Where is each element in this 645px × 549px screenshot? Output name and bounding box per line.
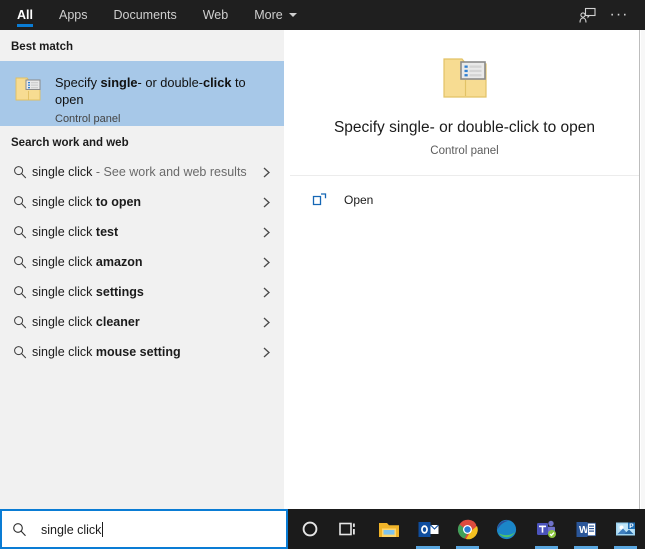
tab-all-label: All [17,8,33,22]
search-input-container[interactable]: single click [0,509,288,549]
detail-title: Specify single- or double-click to open [306,118,623,138]
tab-web-label: Web [203,8,228,22]
results-pane: Best match Specify single- or double-cli… [0,30,284,509]
chevron-down-icon [289,13,297,17]
search-input[interactable]: single click [41,522,103,537]
web-result-row[interactable]: single click amazon [0,247,284,277]
web-result-label: single click test [32,225,258,239]
cortana-icon [301,520,319,538]
web-result-row[interactable]: single click cleaner [0,307,284,337]
tab-apps-label: Apps [59,8,88,22]
detail-card: Specify single- or double-click to open … [290,30,639,176]
web-result-row[interactable]: single click to open [0,187,284,217]
more-options-label: ··· [610,10,629,20]
detail-subtitle: Control panel [306,145,623,157]
web-results-list: single click - See work and web results s… [0,157,284,367]
tab-documents-label: Documents [113,8,176,22]
best-match-heading: Best match [0,30,284,61]
search-magnifier-icon [8,165,32,179]
chevron-right-icon [258,257,274,268]
chevron-right-icon [258,197,274,208]
windows-search-panel: All Apps Documents Web More [0,0,645,549]
teams-icon [536,519,557,539]
detail-pane: Specify single- or double-click to open … [290,30,640,509]
search-magnifier-icon [8,345,32,359]
taskbar-item-word[interactable]: W [566,509,605,549]
search-header: All Apps Documents Web More [0,0,645,30]
feedback-icon[interactable] [573,2,601,28]
tab-more-label: More [254,8,282,22]
chevron-right-icon [258,347,274,358]
search-magnifier-icon [12,522,36,537]
header-actions: ··· [573,0,645,30]
open-external-icon [312,193,336,208]
taskbar-item-chrome[interactable] [448,509,487,549]
pane-right-filler [641,30,645,509]
web-result-label: single click cleaner [32,315,258,329]
control-panel-folder-icon [306,50,623,106]
web-result-row[interactable]: single click test [0,217,284,247]
web-result-label: single click amazon [32,255,258,269]
web-result-row[interactable]: single click - See work and web results [0,157,284,187]
tab-web[interactable]: Web [190,0,241,30]
taskbar-item-publisher[interactable]: P [606,509,645,549]
action-open[interactable]: Open [290,183,639,217]
best-match-title: Specify single- or double-click to open [55,74,274,108]
chevron-right-icon [258,167,274,178]
search-magnifier-icon [8,255,32,269]
edge-icon [496,519,517,540]
taskbar: W P [288,509,645,549]
text-cursor [102,522,103,537]
publisher-icon: P [615,520,636,538]
search-input-value: single click [41,523,101,537]
taskbar-item-task-view[interactable] [329,509,368,549]
best-match-result[interactable]: Specify single- or double-click to open … [0,61,284,126]
taskbar-item-teams[interactable] [527,509,566,549]
search-magnifier-icon [8,315,32,329]
tab-all[interactable]: All [0,0,46,30]
web-result-label: single click to open [32,195,258,209]
tab-more[interactable]: More [241,0,309,30]
best-match-text: Specify single- or double-click to open … [55,73,274,125]
chrome-icon [457,519,478,540]
tab-documents[interactable]: Documents [100,0,189,30]
taskbar-item-file-explorer[interactable] [369,509,408,549]
filter-tabs: All Apps Documents Web More [0,0,310,30]
chevron-right-icon [258,287,274,298]
task-view-icon [339,520,359,538]
outlook-icon [418,520,439,539]
web-result-label: single click mouse setting [32,345,258,359]
taskbar-item-edge[interactable] [487,509,526,549]
search-magnifier-icon [8,285,32,299]
more-options-icon[interactable]: ··· [605,2,633,28]
tab-active-underline [17,24,33,27]
chevron-right-icon [258,317,274,328]
search-work-web-heading: Search work and web [0,126,284,157]
taskbar-item-outlook[interactable] [408,509,447,549]
search-magnifier-icon [8,195,32,209]
svg-text:P: P [629,523,634,530]
best-match-subtitle: Control panel [55,113,274,125]
chevron-right-icon [258,227,274,238]
file-explorer-icon [378,520,400,539]
control-panel-folder-icon [13,73,45,109]
taskbar-item-cortana[interactable] [290,509,329,549]
tab-apps[interactable]: Apps [46,0,101,30]
word-icon: W [576,520,596,539]
web-result-label: single click - See work and web results [32,165,258,179]
search-magnifier-icon [8,225,32,239]
action-open-label: Open [344,193,373,207]
web-result-label: single click settings [32,285,258,299]
web-result-row[interactable]: single click mouse setting [0,337,284,367]
web-result-row[interactable]: single click settings [0,277,284,307]
